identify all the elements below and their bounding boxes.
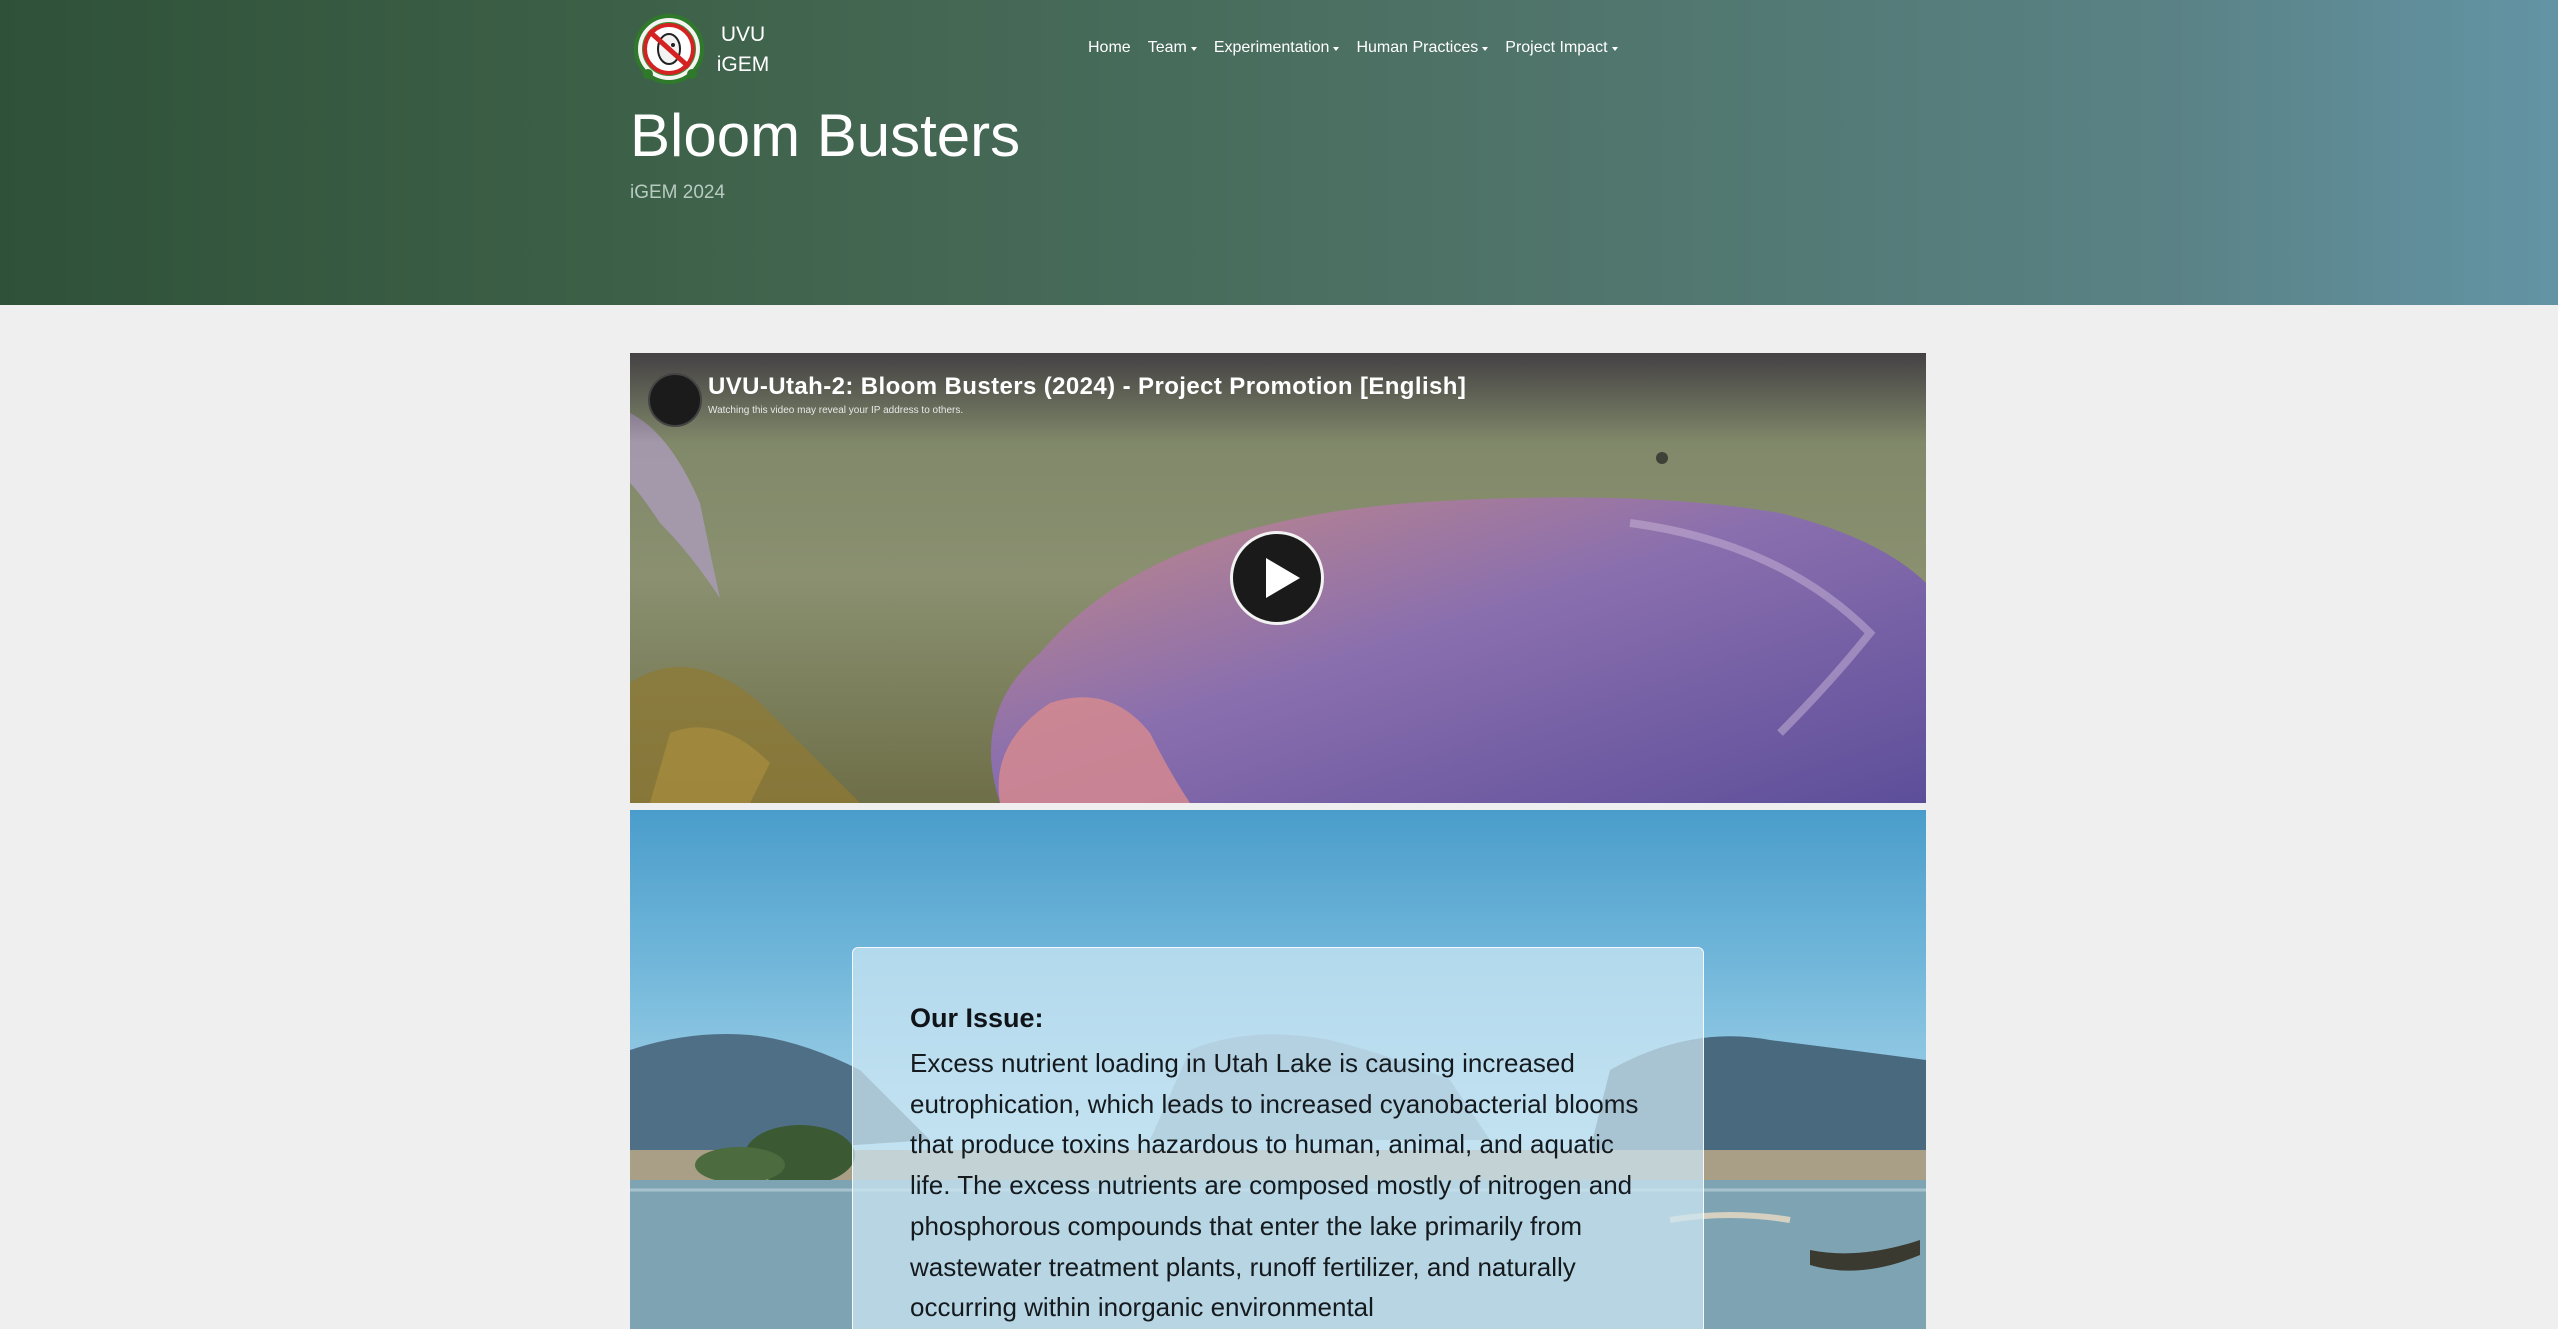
play-button[interactable] [1230, 531, 1324, 625]
video-embed[interactable]: UVU-Utah-2: Bloom Busters (2024) - Proje… [630, 353, 1926, 803]
caret-down-icon [1333, 47, 1340, 51]
nav-item-team[interactable]: Team [1148, 39, 1197, 57]
nav-item-label: Home [1088, 39, 1131, 56]
nav-item-label: Human Practices [1356, 39, 1479, 56]
brand-name[interactable]: UVU iGEM [716, 20, 770, 80]
brand-line-1: UVU [720, 23, 766, 46]
nav-item-label: Team [1147, 39, 1187, 56]
issue-section: Our Issue: Excess nutrient loading in Ut… [630, 810, 1926, 1329]
video-privacy-note: Watching this video may reveal your IP a… [708, 405, 964, 416]
page-title: Bloom Busters [630, 102, 1021, 169]
nav-item-home[interactable]: Home [1088, 39, 1131, 57]
site-header: UVU iGEM Home Team Experimentation Human… [0, 0, 2558, 305]
igem-logo-icon[interactable] [634, 14, 704, 84]
video-title[interactable]: UVU-Utah-2: Bloom Busters (2024) - Proje… [708, 373, 1466, 401]
main-navigation: Home Team Experimentation Human Practice… [1088, 36, 1635, 60]
issue-card: Our Issue: Excess nutrient loading in Ut… [852, 947, 1704, 1329]
issue-text: Excess nutrient loading in Utah Lake is … [910, 1048, 1639, 1323]
nav-item-experimentation[interactable]: Experimentation [1214, 39, 1340, 57]
channel-avatar[interactable] [648, 373, 702, 427]
play-icon [1266, 558, 1300, 598]
nav-item-label: Experimentation [1213, 39, 1330, 56]
nav-item-project-impact[interactable]: Project Impact [1505, 39, 1618, 57]
caret-down-icon [1190, 47, 1197, 51]
caret-down-icon [1611, 47, 1618, 51]
nav-item-label: Project Impact [1505, 39, 1608, 56]
brand-line-2: iGEM [716, 53, 770, 76]
nav-item-human-practices[interactable]: Human Practices [1356, 39, 1489, 57]
caret-down-icon [1482, 47, 1489, 51]
issue-heading: Our Issue: [910, 1003, 1044, 1033]
page-subtitle: iGEM 2024 [630, 182, 726, 203]
